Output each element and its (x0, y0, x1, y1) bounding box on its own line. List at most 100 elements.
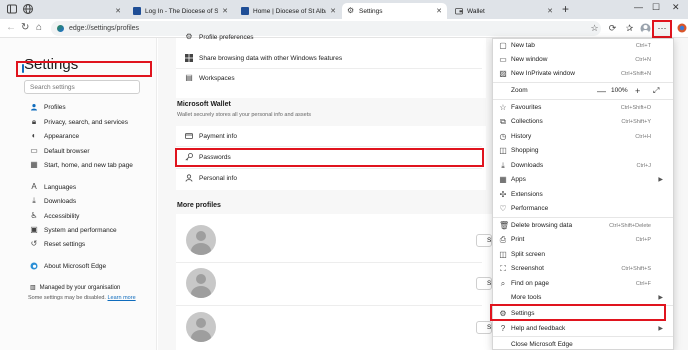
divider (176, 146, 482, 147)
menu-separator (493, 99, 673, 100)
zoom-in-button[interactable]: + (635, 86, 640, 96)
home-icon[interactable]: ⌂ (36, 22, 42, 34)
menu-item-shortcut: Ctrl+Shift+Y (621, 118, 651, 125)
sidebar-item-default-browser[interactable]: ▭ Default browser (30, 145, 89, 157)
microsoft-wallet-heading: Microsoft Wallet (177, 101, 231, 108)
find-icon: ⌕ (500, 278, 506, 288)
menu-item-collections[interactable]: ⧉ Collections Ctrl+Shift+Y (493, 115, 673, 128)
row-label: Payment info (199, 132, 237, 140)
menu-item-close-edge[interactable]: Close Microsoft Edge (493, 338, 673, 350)
favorite-star-icon[interactable]: ☆ (589, 23, 600, 34)
search-settings-input[interactable] (24, 80, 140, 94)
menu-item-shopping[interactable]: ◫ Shopping (493, 144, 673, 157)
payment-info-row[interactable]: Payment info (185, 132, 237, 140)
close-tab-icon[interactable]: ✕ (436, 7, 442, 15)
maximize-icon[interactable]: ☐ (652, 2, 660, 13)
menu-item-print[interactable]: ⎙ Print Ctrl+P (493, 233, 673, 246)
close-tab-icon[interactable]: ✕ (547, 7, 553, 15)
menu-item-performance[interactable]: ♡ Performance (493, 202, 673, 215)
profile-preferences-row[interactable]: ⚙ Profile preferences (185, 33, 253, 41)
menu-item-label: New InPrivate window (511, 70, 575, 77)
menu-item-new-tab[interactable]: ▢ New tab Ctrl+T (493, 39, 673, 52)
minimize-icon[interactable]: — (634, 2, 643, 12)
menu-item-help-feedback[interactable]: ? Help and feedback ▶ (493, 322, 673, 335)
tab-wallet[interactable]: Wallet ✕ (450, 3, 558, 19)
chevron-right-icon: ▶ (658, 295, 663, 301)
tab-settings[interactable]: ⚙ Settings ✕ (342, 3, 447, 19)
address-bar[interactable]: edge://settings/profiles (51, 21, 601, 36)
menu-item-more-tools[interactable]: More tools ▶ (493, 291, 673, 304)
menu-item-favourites[interactable]: ☆ Favourites Ctrl+Shift+O (493, 101, 673, 114)
copilot-icon[interactable] (676, 23, 687, 34)
passwords-row[interactable]: Passwords (185, 153, 231, 161)
tab-blank[interactable]: ✕ (38, 3, 126, 19)
menu-item-apps[interactable]: ▦ Apps ▶ (493, 173, 673, 186)
tab-home[interactable]: Home | Diocese of St Albans Con... ✕ (236, 3, 341, 19)
sidebar-item-about[interactable]: About Microsoft Edge (30, 260, 106, 272)
tab-login[interactable]: Log In - The Diocese of St Albans ✕ (128, 3, 233, 19)
menu-item-downloads[interactable]: ⤓ Downloads Ctrl+J (493, 159, 673, 172)
sidebar-item-appearance[interactable]: ◐ Appearance (30, 130, 79, 142)
sidebar-item-profiles[interactable]: Profiles (30, 101, 66, 113)
menu-item-extensions[interactable]: ✣ Extensions (493, 188, 673, 201)
favorites-icon[interactable]: ✰ (624, 23, 635, 34)
personal-info-row[interactable]: Personal info (185, 174, 237, 182)
new-tab-icon: ▢ (499, 40, 507, 50)
profile-avatar (186, 268, 216, 298)
sidebar-item-languages[interactable]: A Languages (30, 181, 76, 193)
microsoft-wallet-subtitle: Wallet securely stores all your personal… (177, 112, 311, 118)
menu-item-new-inprivate[interactable]: ▨ New InPrivate window Ctrl+Shift+N (493, 67, 673, 80)
refresh-icon[interactable]: ↻ (21, 22, 29, 34)
sidebar-item-privacy[interactable]: 🔒︎ Privacy, search, and services (30, 116, 128, 128)
menu-item-label: Close Microsoft Edge (511, 341, 573, 348)
settings-and-more-button[interactable]: ··· (652, 20, 672, 38)
close-window-icon[interactable]: ✕ (672, 2, 680, 13)
close-tab-icon[interactable]: ✕ (115, 7, 121, 15)
appearance-icon: ◐ (31, 131, 37, 140)
menu-item-shortcut: Ctrl+Shift+S (621, 265, 651, 272)
divider (176, 305, 482, 306)
zoom-level: 100% (611, 87, 628, 94)
workspaces-icon[interactable] (6, 3, 18, 15)
diocese-favicon-icon (133, 7, 141, 15)
menu-item-history[interactable]: ◷ History Ctrl+H (493, 130, 673, 143)
sidebar-item-label: Profiles (44, 103, 66, 111)
refresh-extension-icon[interactable]: ⟳ (607, 23, 618, 34)
close-tab-icon[interactable]: ✕ (222, 7, 228, 15)
menu-item-split-screen[interactable]: ◫ Split screen (493, 248, 673, 261)
reset-icon: ↺ (30, 239, 38, 248)
fullscreen-icon[interactable]: ⤢ (653, 86, 659, 96)
zoom-out-button[interactable]: — (597, 86, 606, 96)
menu-separator (493, 336, 673, 337)
sidebar-item-label: Accessibility (44, 212, 80, 220)
learn-more-link[interactable]: Learn more (108, 295, 136, 301)
settings-sidebar: Settings (0, 38, 157, 350)
sidebar-item-label: Languages (44, 183, 77, 191)
sidebar-item-reset[interactable]: ↺ Reset settings (30, 238, 86, 250)
share-browsing-data-row[interactable]: Share browsing data with other Windows f… (185, 54, 342, 62)
menu-item-label: Print (511, 236, 525, 243)
profile-avatar (186, 312, 216, 342)
switch-profile-button[interactable]: S (476, 234, 492, 247)
switch-profile-button[interactable]: S (476, 321, 492, 334)
switch-profile-button[interactable]: S (476, 277, 492, 290)
managed-text: Managed by your organisation (39, 284, 121, 291)
new-tab-plus-icon[interactable]: + (562, 3, 569, 16)
back-arrow-icon[interactable]: ← (6, 22, 16, 34)
sidebar-item-downloads[interactable]: ⤓ Downloads (30, 195, 76, 207)
sidebar-item-accessibility[interactable]: ♿︎ Accessibility (30, 210, 79, 222)
workspaces-row[interactable]: ▤ Workspaces (185, 74, 234, 82)
tab-title: Settings (359, 7, 383, 15)
globe-icon[interactable] (22, 3, 34, 15)
menu-item-shortcut: Ctrl+J (636, 162, 651, 169)
profile-avatar (186, 225, 216, 255)
menu-item-new-window[interactable]: ▭ New window Ctrl+N (493, 53, 673, 66)
profile-avatar-icon[interactable] (640, 23, 651, 34)
menu-item-delete-browsing-data[interactable]: 🗑︎ Delete browsing data Ctrl+Shift+Delet… (493, 219, 673, 232)
sidebar-item-system[interactable]: ▣ System and performance (30, 224, 116, 236)
menu-item-screenshot[interactable]: ⛶ Screenshot Ctrl+Shift+S (493, 262, 673, 275)
browser-window-icon: ▭ (30, 146, 38, 155)
sidebar-item-start-home[interactable]: ▦ Start, home, and new tab page (30, 159, 133, 171)
menu-item-find-on-page[interactable]: ⌕ Find on page Ctrl+F (493, 277, 673, 290)
close-tab-icon[interactable]: ✕ (330, 7, 336, 15)
